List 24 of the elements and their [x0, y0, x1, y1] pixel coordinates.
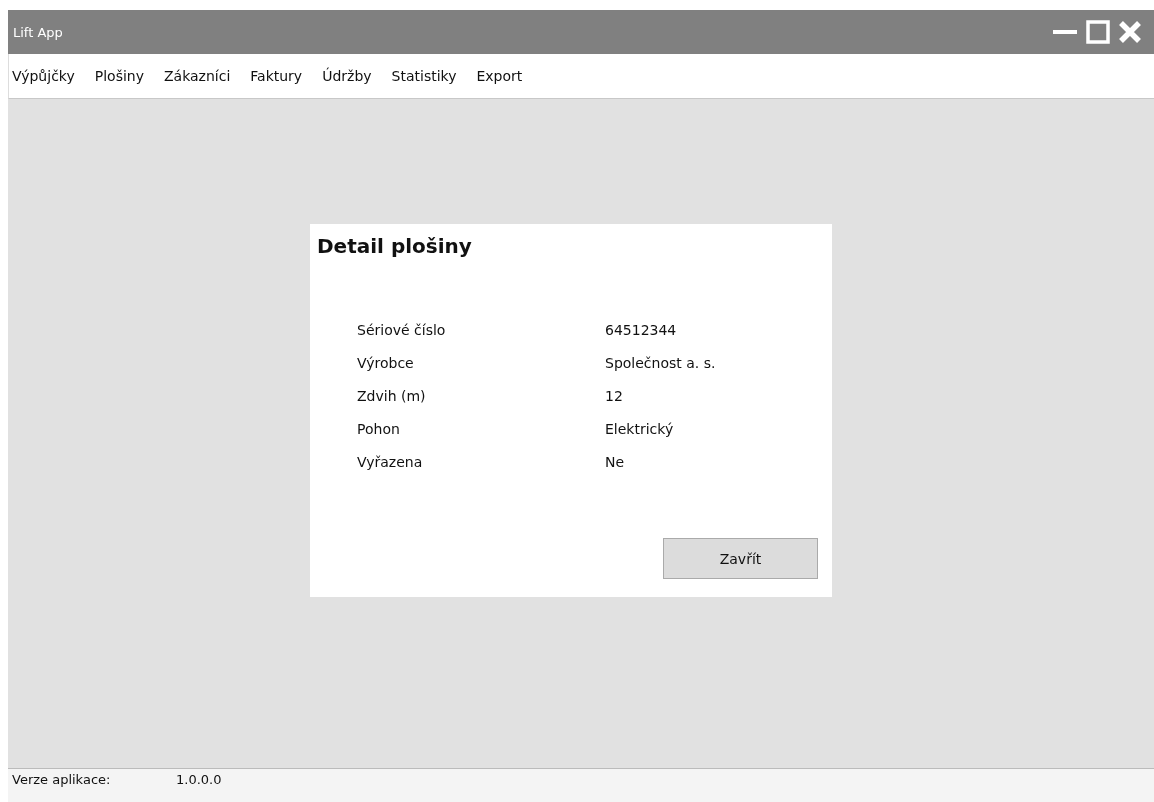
menu-item[interactable]: Výpůjčky	[12, 68, 75, 84]
field-label: Vyřazena	[357, 454, 424, 470]
field-value: 64512344	[605, 322, 678, 338]
window-title: Lift App	[13, 24, 63, 40]
field-label: Zdvih (m)	[357, 388, 427, 404]
dialog-title: Detail plošiny	[317, 234, 473, 258]
field-value: Ne	[605, 454, 626, 470]
field-value: Společnost a. s.	[605, 355, 717, 371]
menu-item[interactable]: Statistiky	[391, 68, 457, 84]
version-value: 1.0.0.0	[176, 772, 222, 787]
field-label: Výrobce	[357, 355, 415, 371]
field-value: 12	[605, 388, 624, 404]
field-value: Elektrický	[605, 421, 675, 437]
close-icon[interactable]	[1118, 20, 1142, 44]
close-button[interactable]: Zavřít	[663, 538, 818, 579]
maximize-icon[interactable]	[1086, 20, 1110, 44]
menu-item[interactable]: Plošiny	[94, 68, 144, 84]
menu-item[interactable]: Zákazníci	[164, 68, 231, 84]
field-label: Sériové číslo	[357, 322, 447, 338]
version-label: Verze aplikace:	[12, 772, 112, 787]
field-label: Pohon	[357, 421, 401, 437]
menu-item[interactable]: Export	[476, 68, 523, 84]
menu-item[interactable]: Faktury	[250, 68, 303, 84]
menu-item[interactable]: Údržby	[322, 68, 372, 84]
